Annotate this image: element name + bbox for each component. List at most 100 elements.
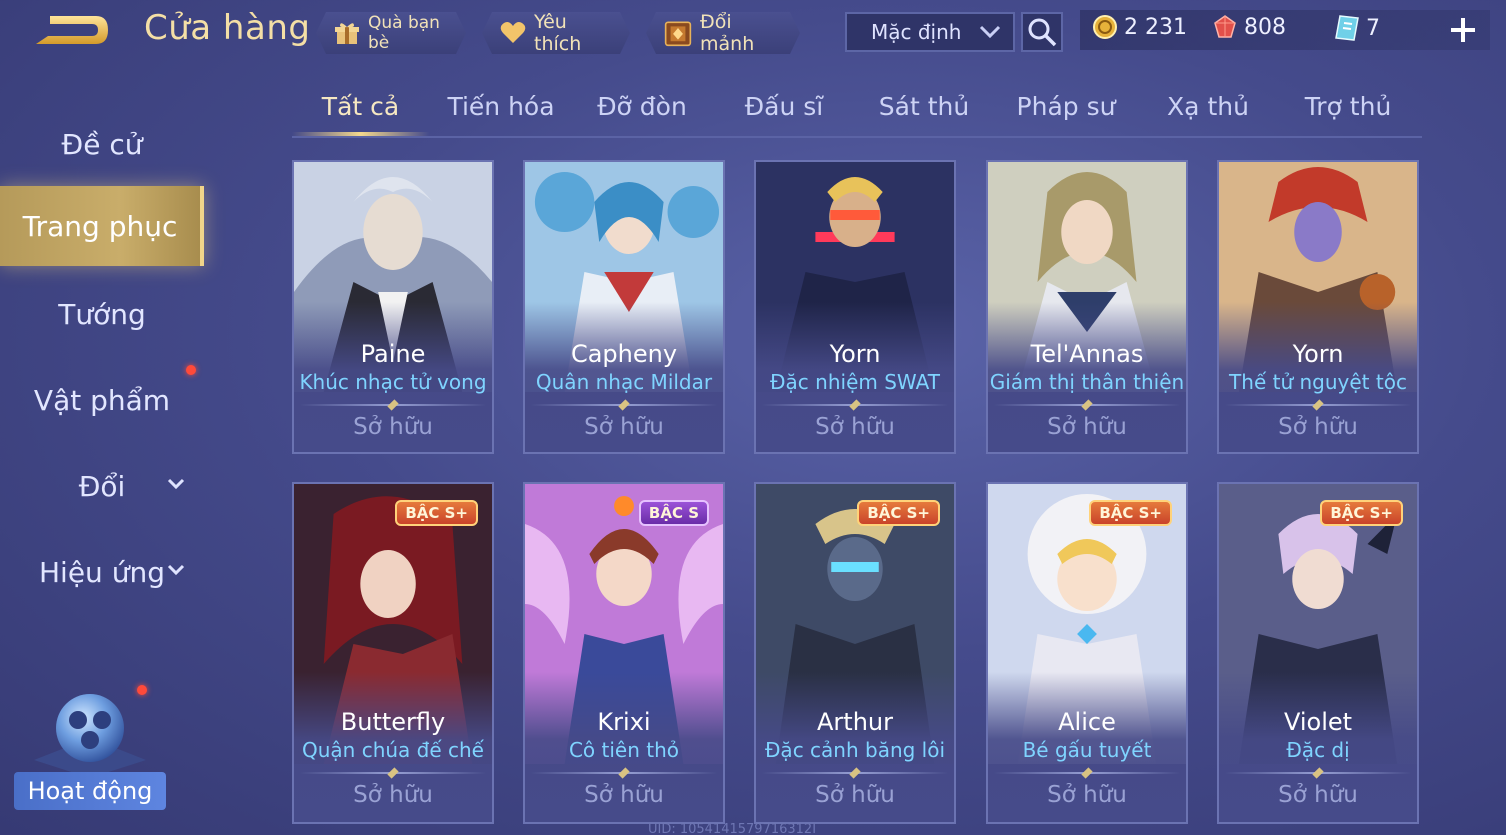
hero-name: Tel'Annas bbox=[1030, 340, 1144, 368]
tab-mage[interactable]: Pháp sư bbox=[1004, 92, 1128, 121]
skin-card[interactable]: BẬC S Krixi Cô tiên thỏ Sở hữu bbox=[523, 482, 725, 824]
skin-card[interactable]: Tel'Annas Giám thị thân thiện Sở hữu bbox=[986, 160, 1188, 454]
gold-value: 2 231 bbox=[1124, 14, 1187, 40]
hero-name: Violet bbox=[1283, 708, 1353, 736]
hero-name: Arthur bbox=[817, 708, 893, 736]
add-currency-button[interactable] bbox=[1447, 14, 1479, 46]
tier-badge: BẬC S+ bbox=[1089, 500, 1172, 526]
back-button[interactable] bbox=[30, 8, 114, 54]
sidebar-item-label: Đổi bbox=[78, 469, 126, 503]
hero-name: Capheny bbox=[570, 340, 678, 368]
skin-card[interactable]: BẬC S+ Butterfly Quận chúa đế chế Sở hữu bbox=[292, 482, 494, 824]
user-id-footer: UID: 1054141579716312I bbox=[648, 822, 817, 835]
sidebar-item-label: Đề cử bbox=[61, 127, 143, 161]
sort-value: Mặc định bbox=[871, 20, 962, 44]
ruby-value: 808 bbox=[1244, 14, 1286, 40]
tab-tank[interactable]: Đỡ đòn bbox=[580, 92, 704, 121]
skin-card[interactable]: Yorn Đặc nhiệm SWAT Sở hữu bbox=[754, 160, 956, 454]
top-bar: Cửa hàng Quà bạn bè Yêu thích Đổi mảnh M… bbox=[0, 0, 1506, 64]
tier-badge: BẬC S bbox=[638, 500, 709, 526]
sidebar-item-skins[interactable]: Trang phục bbox=[0, 186, 204, 266]
owned-status: Sở hữu bbox=[1047, 414, 1127, 440]
chevron-down-icon bbox=[979, 25, 1001, 39]
skin-name: Khúc nhạc tử vong bbox=[299, 370, 487, 394]
owned-status: Sở hữu bbox=[353, 414, 433, 440]
events-button[interactable]: Hoạt động bbox=[14, 680, 166, 810]
skin-card[interactable]: BẬC S+ Violet Đặc dị Sở hữu bbox=[1217, 482, 1419, 824]
voucher-currency: 7 bbox=[1334, 14, 1380, 42]
skin-card[interactable]: BẬC S+ Arthur Đặc cảnh băng lôi Sở hữu bbox=[754, 482, 956, 824]
tab-support[interactable]: Trợ thủ bbox=[1286, 92, 1410, 121]
event-orb-icon bbox=[34, 694, 146, 778]
heart-icon bbox=[500, 19, 526, 47]
hero-name: Butterfly bbox=[340, 708, 446, 736]
gold-currency: 2 231 bbox=[1092, 14, 1187, 40]
search-icon bbox=[1028, 18, 1057, 47]
ruby-gem-icon bbox=[1214, 15, 1236, 38]
skin-name: Quân nhạc Mildar bbox=[535, 370, 713, 394]
hero-name: Yorn bbox=[829, 340, 881, 368]
hero-name: Paine bbox=[360, 340, 426, 368]
favorites-label: Yêu thích bbox=[534, 11, 582, 55]
sidebar-item-label: Vật phẩm bbox=[33, 383, 171, 417]
shard-chest-icon bbox=[664, 19, 692, 47]
owned-status: Sở hữu bbox=[1278, 782, 1358, 808]
owned-status: Sở hữu bbox=[584, 414, 664, 440]
tab-all[interactable]: Tất cả bbox=[292, 92, 429, 121]
sidebar-item-label: Tướng bbox=[58, 297, 146, 331]
chevron-down-icon bbox=[167, 564, 185, 576]
tab-assassin[interactable]: Sát thủ bbox=[862, 92, 986, 121]
shard-exchange-label: Đổi mảnh bbox=[700, 11, 755, 55]
tier-badge: BẬC S+ bbox=[857, 500, 940, 526]
tier-badge: BẬC S+ bbox=[1320, 500, 1403, 526]
sidebar-item-label: Hiệu ứng bbox=[39, 555, 165, 589]
sidebar-item-recommended[interactable]: Đề cử bbox=[0, 104, 204, 184]
tier-badge: BẬC S+ bbox=[395, 500, 478, 526]
owned-status: Sở hữu bbox=[815, 414, 895, 440]
friend-gift-button[interactable]: Quà bạn bè bbox=[316, 12, 466, 54]
skin-name: Thế tử nguyệt tộc bbox=[1229, 370, 1407, 394]
skin-name: Đặc dị bbox=[1286, 738, 1350, 762]
plus-icon bbox=[1451, 18, 1475, 42]
friend-gift-label: Quà bạn bè bbox=[368, 13, 440, 53]
active-tab-indicator bbox=[292, 132, 429, 136]
voucher-value: 7 bbox=[1366, 15, 1380, 41]
sidebar-item-items[interactable]: Vật phẩm bbox=[0, 360, 204, 440]
sidebar-item-heroes[interactable]: Tướng bbox=[0, 274, 204, 354]
skin-card[interactable]: Yorn Thế tử nguyệt tộc Sở hữu bbox=[1217, 160, 1419, 454]
favorites-button[interactable]: Yêu thích bbox=[482, 12, 630, 54]
sidebar-item-label: Trang phục bbox=[22, 209, 178, 243]
gold-coin-icon bbox=[1093, 15, 1117, 39]
sidebar-item-exchange[interactable]: Đổi bbox=[0, 446, 204, 526]
voucher-card-icon bbox=[1335, 15, 1359, 41]
owned-status: Sở hữu bbox=[584, 782, 664, 808]
notification-dot bbox=[186, 365, 196, 375]
role-tabs: Tất cả Tiến hóa Đỡ đòn Đấu sĩ Sát thủ Ph… bbox=[292, 88, 1422, 138]
tab-fighter[interactable]: Đấu sĩ bbox=[722, 92, 846, 121]
skin-card[interactable]: Capheny Quân nhạc Mildar Sở hữu bbox=[523, 160, 725, 454]
owned-status: Sở hữu bbox=[1278, 414, 1358, 440]
skin-card[interactable]: Paine Khúc nhạc tử vong Sở hữu bbox=[292, 160, 494, 454]
sidebar-item-effects[interactable]: Hiệu ứng bbox=[0, 532, 204, 612]
skin-name: Giám thị thân thiện bbox=[989, 370, 1185, 394]
events-label: Hoạt động bbox=[14, 772, 166, 810]
ruby-currency: 808 bbox=[1212, 14, 1286, 40]
tab-evolution[interactable]: Tiến hóa bbox=[436, 92, 566, 121]
owned-status: Sở hữu bbox=[815, 782, 895, 808]
tab-marksman[interactable]: Xạ thủ bbox=[1146, 92, 1270, 121]
sort-dropdown[interactable]: Mặc định bbox=[845, 12, 1015, 52]
search-button[interactable] bbox=[1021, 12, 1063, 52]
skin-card[interactable]: BẬC S+ Alice Bé gấu tuyết Sở hữu bbox=[986, 482, 1188, 824]
hero-name: Alice bbox=[1058, 708, 1116, 736]
hero-name: Yorn bbox=[1292, 340, 1344, 368]
skin-name: Cô tiên thỏ bbox=[568, 738, 680, 762]
back-arrow-icon bbox=[36, 16, 108, 44]
skin-name: Đặc nhiệm SWAT bbox=[770, 370, 940, 394]
owned-status: Sở hữu bbox=[1047, 782, 1127, 808]
hero-name: Krixi bbox=[597, 708, 651, 736]
skin-name: Quận chúa đế chế bbox=[301, 738, 484, 762]
owned-status: Sở hữu bbox=[353, 782, 433, 808]
shard-exchange-button[interactable]: Đổi mảnh bbox=[646, 12, 800, 54]
chevron-down-icon bbox=[167, 478, 185, 490]
skin-name: Bé gấu tuyết bbox=[1022, 738, 1152, 762]
